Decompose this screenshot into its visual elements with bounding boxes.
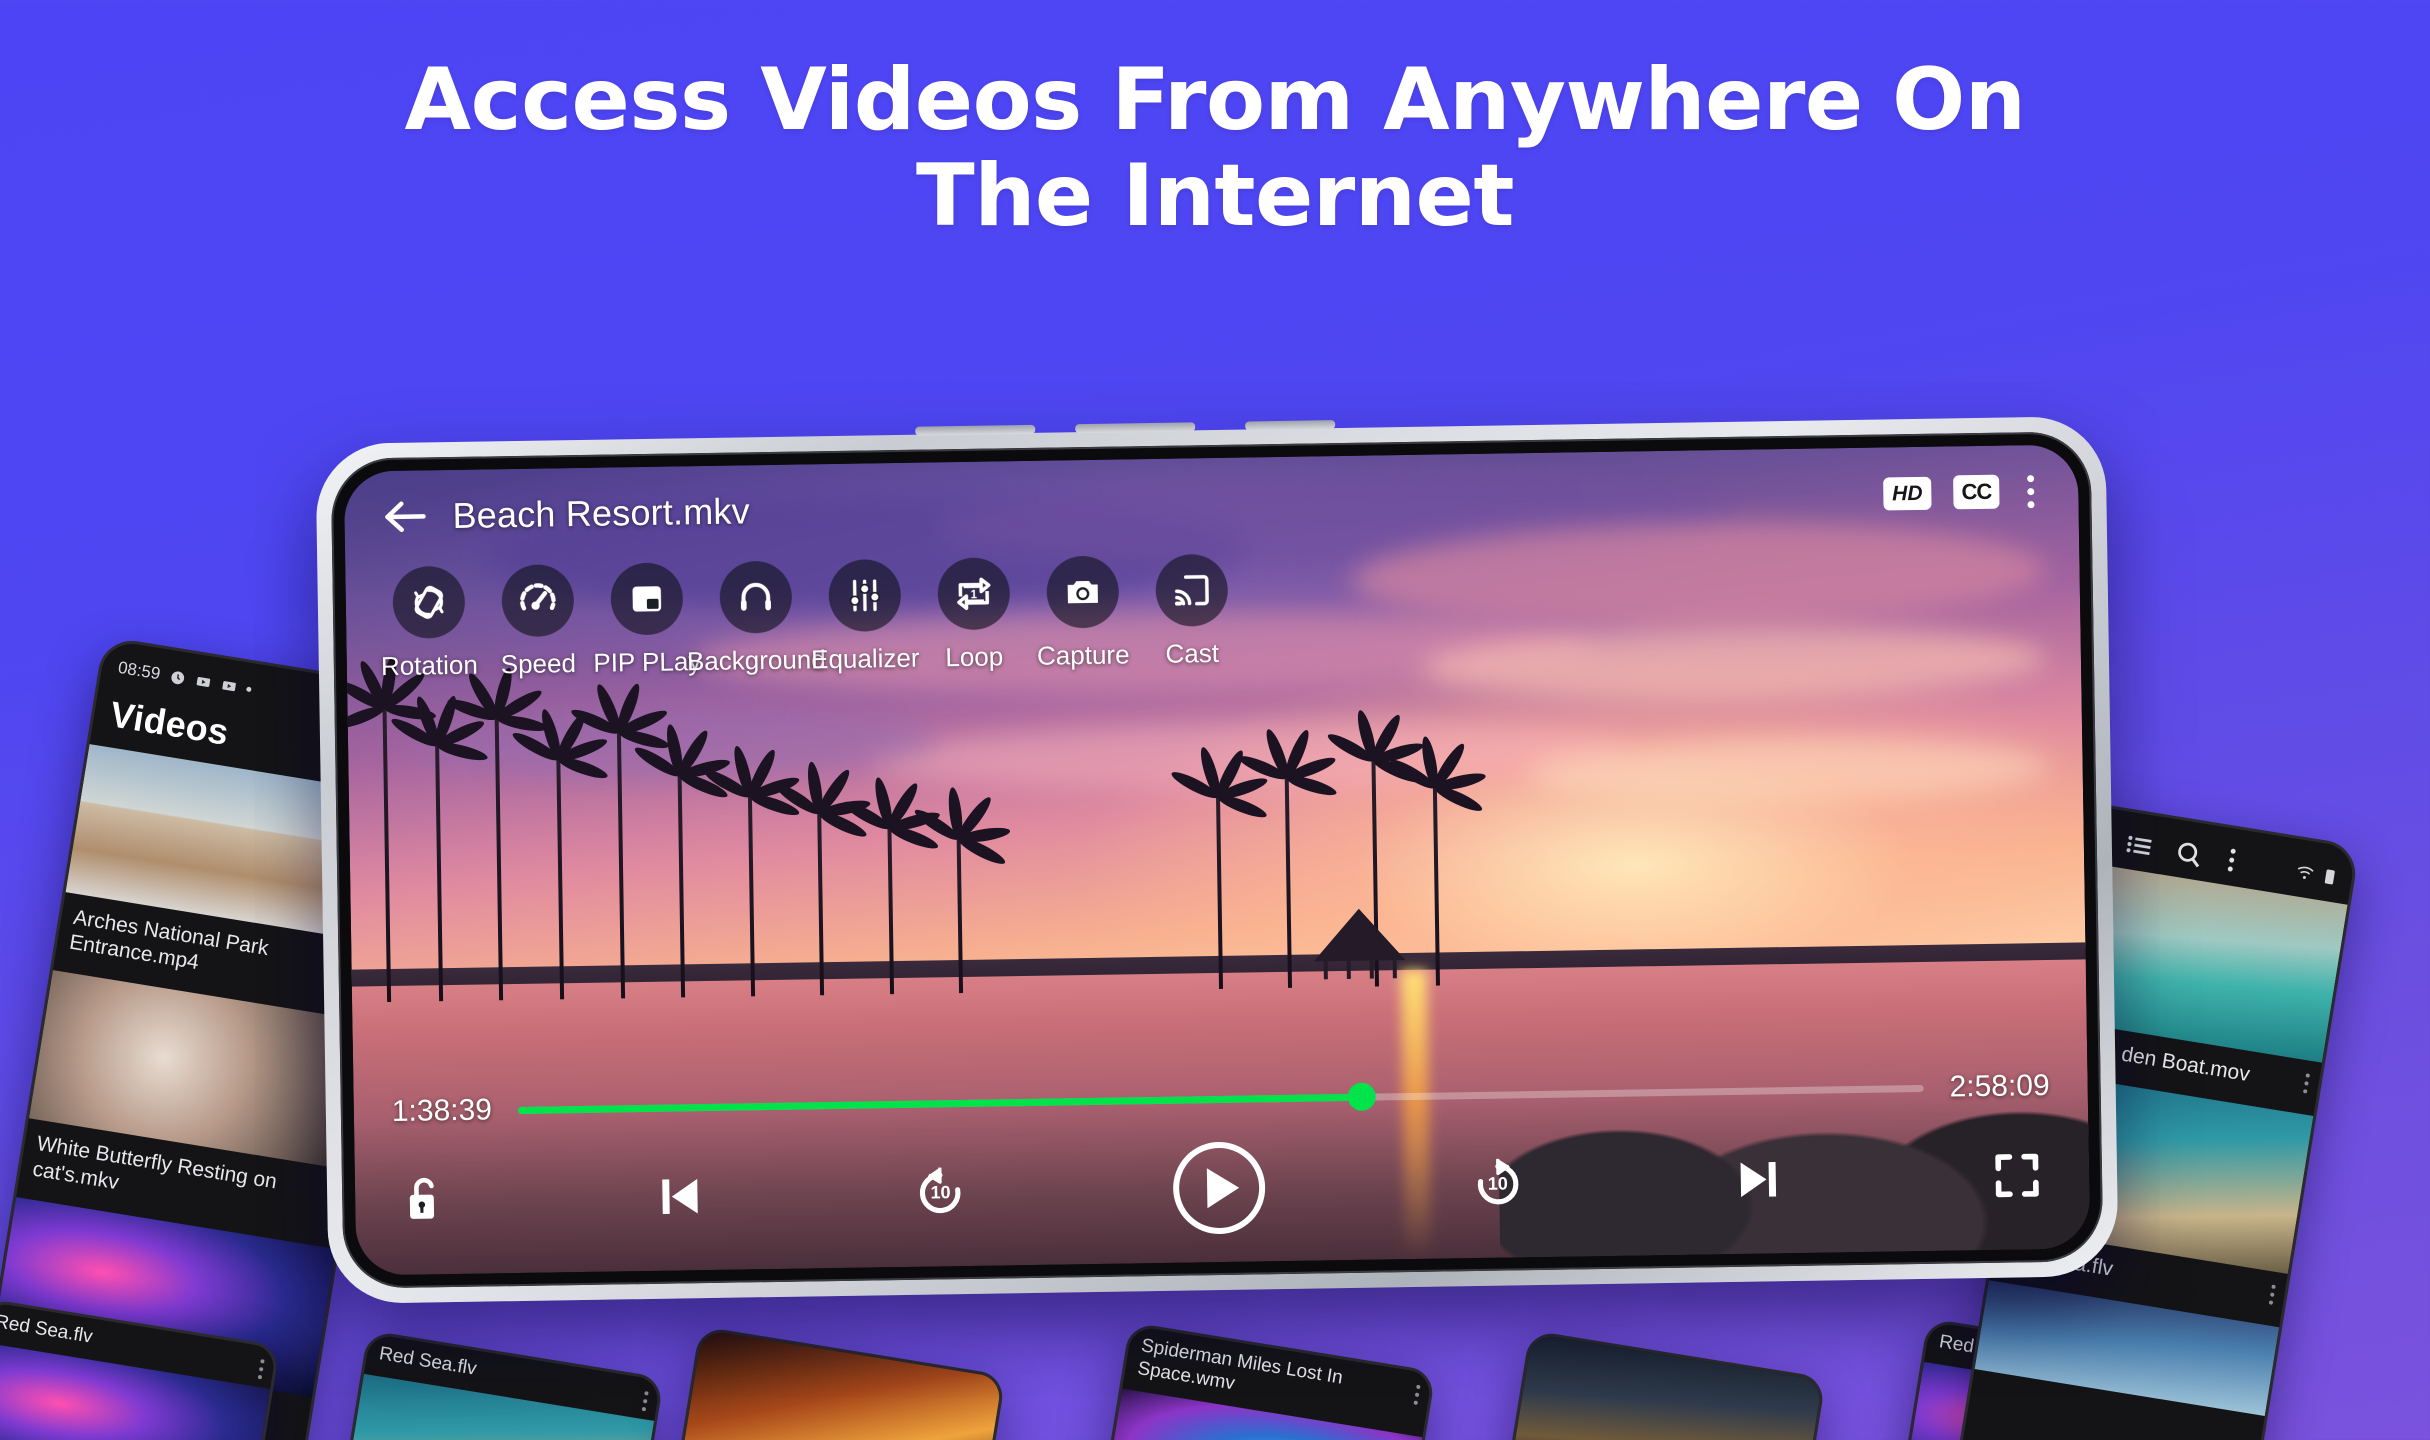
video-thumbnail xyxy=(1513,1333,1823,1440)
background-phone-bottom-4: Spiderman Miles Lost In Space.wmv xyxy=(1095,1322,1437,1440)
background-phone-bottom-3: Spider-Man: Homecoming... xyxy=(665,1326,1007,1440)
play-button[interactable] xyxy=(1172,1141,1266,1235)
beach-hut xyxy=(1313,907,1406,979)
unlock-icon xyxy=(409,1177,435,1219)
cc-badge[interactable]: CC xyxy=(1953,474,2000,510)
video-thumbnail xyxy=(683,1329,1003,1440)
video-notification-icon-2 xyxy=(221,680,236,691)
next-button[interactable] xyxy=(1730,1151,1787,1208)
picture-in-picture-icon xyxy=(632,586,661,612)
feature-label: PIP PLay xyxy=(593,646,702,678)
skip-next-icon xyxy=(1740,1161,1777,1198)
previous-button[interactable] xyxy=(651,1168,708,1225)
play-icon xyxy=(1206,1167,1240,1209)
power-button[interactable] xyxy=(1245,420,1336,431)
volume-up-button[interactable] xyxy=(915,424,1036,436)
hd-badge[interactable]: HD xyxy=(1882,476,1932,510)
feature-cast[interactable]: Cast xyxy=(1136,553,1247,671)
feature-label: Cast xyxy=(1165,637,1220,669)
list-icon[interactable] xyxy=(2122,828,2156,862)
current-time-label: 1:38:39 xyxy=(391,1093,493,1128)
video-notification-icon xyxy=(196,676,210,687)
clock-notification-icon xyxy=(171,670,184,684)
rotation-icon xyxy=(413,585,444,619)
speedometer-icon xyxy=(519,583,556,611)
battery-icon xyxy=(2324,869,2335,884)
feature-loop[interactable]: 1 Loop xyxy=(918,557,1029,674)
progress-fill xyxy=(517,1093,1362,1114)
feature-speed[interactable]: Speed xyxy=(482,564,593,681)
svg-text:1: 1 xyxy=(970,588,977,601)
forward-seconds-label: 10 xyxy=(1487,1172,1508,1194)
progress-thumb[interactable] xyxy=(1347,1082,1376,1111)
feature-label: Loop xyxy=(945,641,1004,673)
feature-background[interactable]: Background xyxy=(687,560,826,677)
kebab-menu-icon[interactable] xyxy=(2021,471,2041,512)
video-title: Beach Resort.mkv xyxy=(452,490,751,536)
rewind-seconds-label: 10 xyxy=(930,1181,951,1203)
headline-line-2: The Internet xyxy=(916,146,1514,247)
fullscreen-button[interactable] xyxy=(1991,1149,2044,1202)
feature-capture[interactable]: Capture xyxy=(1027,555,1138,672)
item-menu-icon[interactable] xyxy=(2268,1272,2288,1307)
volume-down-button[interactable] xyxy=(1075,422,1196,434)
dot-notification-icon xyxy=(245,685,252,692)
background-phone-bottom-5: Travel xyxy=(1496,1330,1827,1440)
lock-toggle[interactable] xyxy=(401,1173,448,1228)
video-player-screen[interactable]: Beach Resort.mkv HD CC Rotation Speed PI… xyxy=(343,444,2091,1276)
forward-button[interactable]: 10 xyxy=(1469,1155,1526,1212)
skip-previous-icon xyxy=(661,1178,698,1215)
page-title: Access Videos From Anywhere On The Inter… xyxy=(0,52,2430,245)
equalizer-sliders-icon xyxy=(849,579,880,612)
loop-one-icon: 1 xyxy=(956,577,990,610)
background-phone-bottom-2: Red Sea.flv xyxy=(334,1330,665,1440)
kebab-menu-icon[interactable] xyxy=(2221,843,2243,876)
feature-rotation[interactable]: Rotation xyxy=(373,565,484,683)
feature-label: Capture xyxy=(1036,639,1130,671)
item-menu-icon[interactable] xyxy=(641,1378,661,1413)
feature-equalizer[interactable]: Equalizer xyxy=(809,558,920,676)
feature-label: Equalizer xyxy=(810,642,920,675)
headline-line-1: Access Videos From Anywhere On xyxy=(404,50,2026,150)
total-time-label: 2:58:09 xyxy=(1949,1068,2050,1104)
search-icon[interactable] xyxy=(2172,836,2206,870)
camera-icon xyxy=(1067,580,1098,604)
wifi-icon xyxy=(2297,866,2314,879)
fullscreen-icon xyxy=(1995,1153,2039,1198)
item-menu-icon[interactable] xyxy=(2302,1060,2322,1095)
feature-label: Background xyxy=(686,644,826,677)
feature-label: Speed xyxy=(500,648,577,680)
back-arrow-icon[interactable] xyxy=(382,493,429,540)
cast-icon xyxy=(1174,575,1209,606)
headphones-icon xyxy=(740,582,771,611)
left-phone-clock: 08:59 xyxy=(116,657,162,684)
rewind-button[interactable]: 10 xyxy=(912,1164,969,1221)
feature-label: Rotation xyxy=(380,649,478,682)
item-menu-icon[interactable] xyxy=(257,1346,277,1381)
main-phone-device: Beach Resort.mkv HD CC Rotation Speed PI… xyxy=(315,415,2119,1305)
feature-pip-play[interactable]: PIP PLay xyxy=(591,562,702,679)
